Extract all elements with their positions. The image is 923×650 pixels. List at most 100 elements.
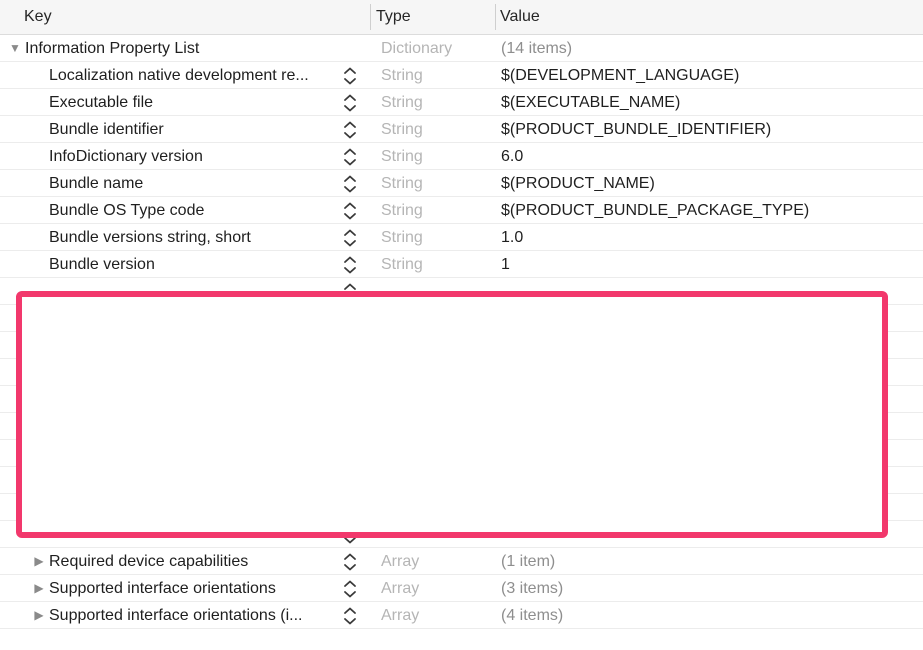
key-popup-stepper-icon[interactable]	[340, 497, 360, 519]
row-value[interactable]: (2 items)	[501, 305, 563, 332]
row-value[interactable]: Default Configuration	[501, 440, 651, 467]
key-popup-stepper-icon[interactable]	[340, 92, 360, 114]
table-row[interactable]: ▼ Application Scene Manifest Dictionary (2 …	[0, 305, 923, 332]
table-row[interactable]: ▼ Information Property List Dictionary (14 …	[0, 35, 923, 62]
key-popup-stepper-icon[interactable]	[340, 551, 360, 573]
column-header-key[interactable]: Key	[24, 0, 52, 34]
row-value[interactable]: (1 item)	[501, 548, 555, 575]
row-type[interactable]: String	[381, 440, 423, 467]
row-type[interactable]: Array	[381, 602, 419, 629]
row-value[interactable]: (4 items)	[501, 602, 563, 629]
key-popup-stepper-icon[interactable]	[340, 200, 360, 222]
row-type[interactable]: String	[381, 251, 423, 278]
row-key[interactable]: Item 0 (Default Configuration)	[121, 413, 355, 440]
column-header-type[interactable]: Type	[376, 0, 411, 34]
row-key[interactable]: Bundle name	[49, 170, 355, 197]
table-row[interactable]: Configuration Name String Default Configur…	[0, 440, 923, 467]
row-type[interactable]: Dictionary	[381, 305, 452, 332]
table-row[interactable]: ▶ Supported interface orientations (i... A…	[0, 602, 923, 629]
disclosure-expanded-icon[interactable]: ▼	[8, 35, 22, 62]
row-value[interactable]: (3 items)	[501, 413, 563, 440]
row-value[interactable]: $(EXECUTABLE_NAME)	[501, 89, 680, 116]
row-type[interactable]: String	[381, 467, 423, 494]
table-row[interactable]: Bundle OS Type code String $(PRODUCT_BUNDL…	[0, 197, 923, 224]
key-popup-stepper-icon[interactable]	[340, 335, 360, 357]
table-row[interactable]: Delegate Class Name String $(PRODUCT_MODUL…	[0, 467, 923, 494]
row-type[interactable]: Array	[381, 548, 419, 575]
key-popup-stepper-icon[interactable]	[340, 119, 360, 141]
table-row[interactable]: Bundle identifier String $(PRODUCT_BUNDLE_…	[0, 116, 923, 143]
table-row[interactable]: Bundle version String 1	[0, 251, 923, 278]
disclosure-collapsed-icon[interactable]: ▶	[32, 548, 46, 575]
key-popup-stepper-icon[interactable]	[340, 146, 360, 168]
table-row[interactable]: Executable file String $(EXECUTABLE_NAME)	[0, 89, 923, 116]
row-value[interactable]: $(PRODUCT_BUNDLE_IDENTIFIER)	[501, 116, 771, 143]
disclosure-expanded-icon[interactable]: ▼	[56, 359, 70, 386]
row-key[interactable]: Bundle OS Type code	[49, 197, 355, 224]
table-row[interactable]	[0, 521, 923, 548]
table-row[interactable]: InfoDictionary version String 6.0	[0, 143, 923, 170]
row-key[interactable]: Scene Configuration	[73, 359, 355, 386]
row-type[interactable]: String	[381, 494, 423, 521]
key-popup-stepper-icon[interactable]	[340, 308, 360, 330]
row-key[interactable]: Information Property List	[25, 35, 355, 62]
disclosure-expanded-icon[interactable]: ▼	[104, 413, 118, 440]
row-type[interactable]: Dictionary	[381, 35, 452, 62]
row-type[interactable]: Boolean	[381, 332, 440, 359]
key-popup-stepper-icon[interactable]	[340, 281, 360, 303]
row-value[interactable]: 1.0	[501, 224, 523, 251]
row-type[interactable]: Array	[381, 575, 419, 602]
row-type[interactable]: Dictionary	[381, 359, 452, 386]
table-row[interactable]: ▼ Application Session Role Array (1 item)	[0, 386, 923, 413]
row-type[interactable]: String	[381, 224, 423, 251]
disclosure-collapsed-icon[interactable]: ▶	[32, 602, 46, 629]
disclosure-expanded-icon[interactable]: ▼	[80, 386, 94, 413]
row-key[interactable]: Delegate Class Name	[145, 467, 355, 494]
table-row[interactable]: Bundle name String $(PRODUCT_NAME)	[0, 170, 923, 197]
disclosure-expanded-icon[interactable]: ▼	[32, 305, 46, 332]
key-popup-stepper-icon[interactable]	[340, 362, 360, 384]
table-row[interactable]	[0, 278, 923, 305]
table-row[interactable]: ▶ Supported interface orientations Array (3…	[0, 575, 923, 602]
key-popup-stepper-icon[interactable]	[340, 254, 360, 276]
row-key[interactable]: Bundle versions string, short	[49, 224, 355, 251]
key-popup-stepper-icon[interactable]	[340, 605, 360, 627]
row-value[interactable]: $(PRODUCT_MODULE_NAME).SceneDelegate	[501, 467, 846, 494]
key-popup-stepper-icon[interactable]	[340, 65, 360, 87]
disclosure-collapsed-icon[interactable]: ▶	[32, 575, 46, 602]
table-row[interactable]: ▼ Scene Configuration Dictionary (1 item)	[0, 359, 923, 386]
row-value[interactable]: $(PRODUCT_BUNDLE_PACKAGE_TYPE)	[501, 197, 809, 224]
row-key[interactable]: Enable Multiple Windows	[73, 332, 355, 359]
row-key[interactable]: Bundle version	[49, 251, 355, 278]
key-popup-stepper-icon[interactable]	[340, 470, 360, 492]
row-value[interactable]: (14 items)	[501, 35, 572, 62]
row-key[interactable]: Executable file	[49, 89, 355, 116]
row-key[interactable]: Application Scene Manifest	[49, 305, 355, 332]
table-row[interactable]: ▼ Item 0 (Default Configuration) Dictionar…	[0, 413, 923, 440]
row-type[interactable]: String	[381, 143, 423, 170]
key-popup-stepper-icon[interactable]	[340, 443, 360, 465]
key-popup-stepper-icon[interactable]	[340, 524, 360, 546]
row-value[interactable]: $(PRODUCT_NAME)	[501, 170, 655, 197]
row-type[interactable]: String	[381, 62, 423, 89]
row-type[interactable]: String	[381, 116, 423, 143]
row-value[interactable]: 1	[501, 251, 510, 278]
column-divider[interactable]	[370, 4, 371, 30]
row-value[interactable]: $(DEVELOPMENT_LANGUAGE)	[501, 62, 739, 89]
key-popup-stepper-icon[interactable]	[340, 173, 360, 195]
row-value[interactable]: (1 item)	[501, 359, 555, 386]
row-type[interactable]: Dictionary	[381, 413, 452, 440]
column-header-value[interactable]: Value	[500, 0, 540, 34]
key-popup-stepper-icon[interactable]	[340, 389, 360, 411]
row-type[interactable]: String	[381, 89, 423, 116]
row-key[interactable]: Required device capabilities	[49, 548, 355, 575]
row-key[interactable]: Bundle identifier	[49, 116, 355, 143]
table-row[interactable]: Bundle versions string, short String 1.0	[0, 224, 923, 251]
key-popup-stepper-icon[interactable]	[340, 227, 360, 249]
row-value[interactable]: Main	[501, 494, 536, 521]
row-value[interactable]: 6.0	[501, 143, 523, 170]
row-key[interactable]: Supported interface orientations (i...	[49, 602, 355, 629]
row-key[interactable]: Configuration Name	[145, 440, 355, 467]
table-row[interactable]: ▶ Required device capabilities Array (1 ite…	[0, 548, 923, 575]
key-popup-stepper-icon[interactable]	[340, 578, 360, 600]
